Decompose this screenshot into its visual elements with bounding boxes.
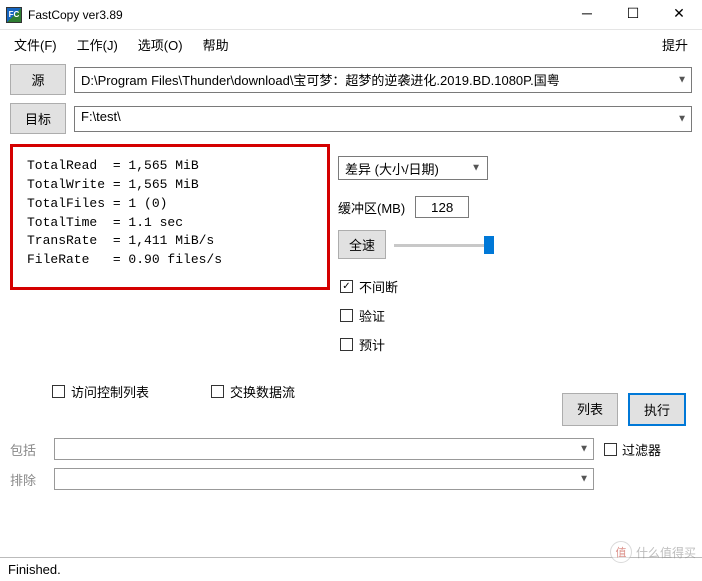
speed-slider[interactable] <box>394 236 494 254</box>
menu-upgrade[interactable]: 提升 <box>652 31 698 58</box>
chevron-down-icon: ▼ <box>677 113 687 124</box>
chevron-down-icon: ▼ <box>579 474 589 485</box>
dest-path-text: F:\test\ <box>81 109 121 124</box>
exclude-input[interactable]: ▼ <box>54 468 594 490</box>
chevron-down-icon: ▼ <box>677 74 687 85</box>
menubar: 文件(F) 工作(J) 选项(O) 帮助 提升 <box>0 30 702 58</box>
dest-path-input[interactable]: F:\test\ ▼ <box>74 106 692 132</box>
window-title: FastCopy ver3.89 <box>28 8 564 22</box>
include-input[interactable]: ▼ <box>54 438 594 460</box>
watermark-text: 什么值得买 <box>636 544 696 561</box>
chevron-down-icon: ▼ <box>471 163 481 174</box>
source-path-text: D:\Program Files\Thunder\download\宝可梦：超梦… <box>81 73 560 88</box>
watermark: 值 什么值得买 <box>610 541 696 563</box>
copy-mode-label: 差异 (大小/日期) <box>345 159 439 178</box>
titlebar: FC FastCopy ver3.89 ─ ☐ ✕ <box>0 0 702 30</box>
app-icon: FC <box>6 7 22 23</box>
dest-button[interactable]: 目标 <box>10 103 66 134</box>
source-button[interactable]: 源 <box>10 64 66 95</box>
estimate-checkbox[interactable] <box>340 338 353 351</box>
maximize-button[interactable]: ☐ <box>610 0 656 30</box>
fullspeed-button[interactable]: 全速 <box>338 230 386 259</box>
acl-checkbox[interactable] <box>52 385 65 398</box>
copy-mode-select[interactable]: 差异 (大小/日期) ▼ <box>338 156 488 180</box>
estimate-label: 预计 <box>359 335 385 354</box>
close-button[interactable]: ✕ <box>656 0 702 30</box>
include-label: 包括 <box>10 440 44 459</box>
verify-label: 验证 <box>359 306 385 325</box>
minimize-button[interactable]: ─ <box>564 0 610 30</box>
stats-output: TotalRead = 1,565 MiB TotalWrite = 1,565… <box>10 144 330 290</box>
buffer-label: 缓冲区(MB) <box>338 198 405 217</box>
filter-checkbox[interactable] <box>604 443 617 456</box>
ads-checkbox[interactable] <box>211 385 224 398</box>
list-button[interactable]: 列表 <box>562 393 618 426</box>
ads-label: 交换数据流 <box>230 382 295 401</box>
filter-label: 过滤器 <box>622 440 661 459</box>
menu-options[interactable]: 选项(O) <box>128 31 193 58</box>
nonstop-checkbox[interactable] <box>340 280 353 293</box>
buffer-input[interactable] <box>415 196 469 218</box>
menu-work[interactable]: 工作(J) <box>67 31 128 58</box>
verify-checkbox[interactable] <box>340 309 353 322</box>
nonstop-label: 不间断 <box>359 277 398 296</box>
execute-button[interactable]: 执行 <box>628 393 686 426</box>
source-path-input[interactable]: D:\Program Files\Thunder\download\宝可梦：超梦… <box>74 67 692 93</box>
menu-file[interactable]: 文件(F) <box>4 31 67 58</box>
status-bar: Finished. <box>0 557 702 581</box>
chevron-down-icon: ▼ <box>579 444 589 455</box>
acl-label: 访问控制列表 <box>71 382 149 401</box>
watermark-icon: 值 <box>610 541 632 563</box>
menu-help[interactable]: 帮助 <box>193 31 239 58</box>
exclude-label: 排除 <box>10 470 44 489</box>
